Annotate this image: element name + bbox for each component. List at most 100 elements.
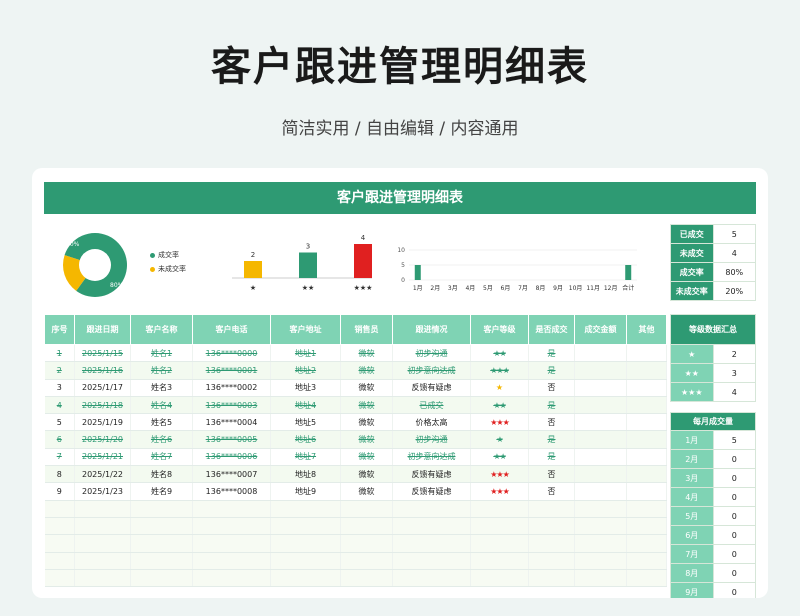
- table-row[interactable]: 7 2025/1/21 姓名7 136****0006 地址7 微软 初步意向达成 ★★ 是: [44, 448, 667, 467]
- cell-name[interactable]: 姓名6: [130, 430, 193, 449]
- cell-empty[interactable]: [130, 534, 193, 553]
- cell-addr[interactable]: 地址2: [270, 361, 341, 380]
- cell-empty[interactable]: [340, 552, 393, 570]
- table-row-empty[interactable]: [44, 500, 667, 518]
- cell-date[interactable]: 2025/1/15: [74, 344, 131, 363]
- cell-empty[interactable]: [130, 552, 193, 570]
- cell-phone[interactable]: 136****0008: [192, 482, 271, 501]
- table-row[interactable]: 1 2025/1/15 姓名1 136****0000 地址1 微软 初步沟通 ★★ 是: [44, 344, 667, 363]
- cell-date[interactable]: 2025/1/16: [74, 361, 131, 380]
- cell-phone[interactable]: 136****0002: [192, 379, 271, 397]
- cell-name[interactable]: 姓名1: [130, 344, 193, 363]
- cell-empty[interactable]: [626, 534, 667, 553]
- cell-empty[interactable]: [130, 500, 193, 518]
- cell-name[interactable]: 姓名3: [130, 379, 193, 397]
- cell-name[interactable]: 姓名5: [130, 413, 193, 432]
- cell-empty[interactable]: [470, 569, 529, 588]
- cell-no[interactable]: 7: [44, 448, 75, 467]
- cell-deal[interactable]: 否: [528, 482, 575, 501]
- cell-empty[interactable]: [192, 552, 271, 570]
- cell-level[interactable]: ★★: [470, 396, 529, 415]
- cell-empty[interactable]: [574, 344, 627, 363]
- cell-empty[interactable]: [392, 552, 471, 570]
- cell-empty[interactable]: [74, 500, 131, 518]
- cell-empty[interactable]: [270, 552, 341, 570]
- cell-name[interactable]: 姓名4: [130, 396, 193, 415]
- cell-status[interactable]: 初步沟通: [392, 430, 471, 449]
- cell-status[interactable]: 初步意向达成: [392, 361, 471, 380]
- cell-deal[interactable]: 否: [528, 413, 575, 432]
- cell-status[interactable]: 反馈有疑虑: [392, 379, 471, 397]
- cell-phone[interactable]: 136****0006: [192, 448, 271, 467]
- cell-empty[interactable]: [574, 500, 627, 518]
- cell-date[interactable]: 2025/1/19: [74, 413, 131, 432]
- cell-empty[interactable]: [574, 448, 627, 467]
- cell-empty[interactable]: [626, 344, 667, 363]
- cell-date[interactable]: 2025/1/17: [74, 379, 131, 397]
- cell-status[interactable]: 已成交: [392, 396, 471, 415]
- table-row[interactable]: 9 2025/1/23 姓名9 136****0008 地址9 微软 反馈有疑虑 ★★★ 否: [44, 482, 667, 501]
- cell-empty[interactable]: [574, 430, 627, 449]
- cell-addr[interactable]: 地址3: [270, 379, 341, 397]
- cell-phone[interactable]: 136****0003: [192, 396, 271, 415]
- cell-empty[interactable]: [192, 569, 271, 588]
- table-row[interactable]: 4 2025/1/18 姓名4 136****0003 地址4 微软 已成交 ★★ 是: [44, 396, 667, 415]
- cell-empty[interactable]: [528, 517, 575, 536]
- cell-sales[interactable]: 微软: [340, 465, 393, 484]
- cell-date[interactable]: 2025/1/22: [74, 465, 131, 484]
- cell-empty[interactable]: [74, 569, 131, 588]
- cell-name[interactable]: 姓名9: [130, 482, 193, 501]
- table-row-empty[interactable]: [44, 552, 667, 570]
- cell-empty[interactable]: [574, 569, 627, 588]
- cell-empty[interactable]: [44, 517, 75, 536]
- cell-no[interactable]: 3: [44, 379, 75, 397]
- cell-empty[interactable]: [74, 552, 131, 570]
- cell-empty[interactable]: [44, 534, 75, 553]
- table-row-empty[interactable]: [44, 569, 667, 588]
- cell-empty[interactable]: [74, 534, 131, 553]
- cell-deal[interactable]: 是: [528, 430, 575, 449]
- cell-date[interactable]: 2025/1/18: [74, 396, 131, 415]
- cell-sales[interactable]: 微软: [340, 413, 393, 432]
- cell-phone[interactable]: 136****0000: [192, 344, 271, 363]
- cell-empty[interactable]: [192, 500, 271, 518]
- table-row[interactable]: 5 2025/1/19 姓名5 136****0004 地址5 微软 价格太高 ★★★ 否: [44, 413, 667, 432]
- cell-empty[interactable]: [44, 500, 75, 518]
- cell-sales[interactable]: 微软: [340, 448, 393, 467]
- cell-empty[interactable]: [270, 517, 341, 536]
- cell-empty[interactable]: [470, 534, 529, 553]
- cell-addr[interactable]: 地址8: [270, 465, 341, 484]
- cell-empty[interactable]: [626, 569, 667, 588]
- cell-empty[interactable]: [340, 534, 393, 553]
- cell-empty[interactable]: [574, 396, 627, 415]
- cell-level[interactable]: ★★: [470, 344, 529, 363]
- cell-no[interactable]: 6: [44, 430, 75, 449]
- cell-empty[interactable]: [626, 361, 667, 380]
- cell-empty[interactable]: [340, 500, 393, 518]
- cell-deal[interactable]: 是: [528, 448, 575, 467]
- cell-empty[interactable]: [574, 379, 627, 397]
- cell-status[interactable]: 反馈有疑虑: [392, 482, 471, 501]
- cell-deal[interactable]: 否: [528, 465, 575, 484]
- table-row[interactable]: 2 2025/1/16 姓名2 136****0001 地址2 微软 初步意向达成 ★★★ 是: [44, 361, 667, 380]
- cell-empty[interactable]: [270, 569, 341, 588]
- cell-empty[interactable]: [470, 552, 529, 570]
- cell-status[interactable]: 初步意向达成: [392, 448, 471, 467]
- cell-phone[interactable]: 136****0007: [192, 465, 271, 484]
- cell-empty[interactable]: [270, 500, 341, 518]
- cell-empty[interactable]: [392, 517, 471, 536]
- cell-empty[interactable]: [392, 534, 471, 553]
- cell-empty[interactable]: [626, 413, 667, 432]
- cell-empty[interactable]: [626, 465, 667, 484]
- table-row-empty[interactable]: [44, 534, 667, 553]
- cell-deal[interactable]: 否: [528, 379, 575, 397]
- cell-status[interactable]: 反馈有疑虑: [392, 465, 471, 484]
- cell-empty[interactable]: [626, 552, 667, 570]
- cell-empty[interactable]: [392, 500, 471, 518]
- cell-no[interactable]: 8: [44, 465, 75, 484]
- cell-no[interactable]: 9: [44, 482, 75, 501]
- cell-status[interactable]: 初步沟通: [392, 344, 471, 363]
- cell-status[interactable]: 价格太高: [392, 413, 471, 432]
- cell-empty[interactable]: [626, 517, 667, 536]
- cell-no[interactable]: 2: [44, 361, 75, 380]
